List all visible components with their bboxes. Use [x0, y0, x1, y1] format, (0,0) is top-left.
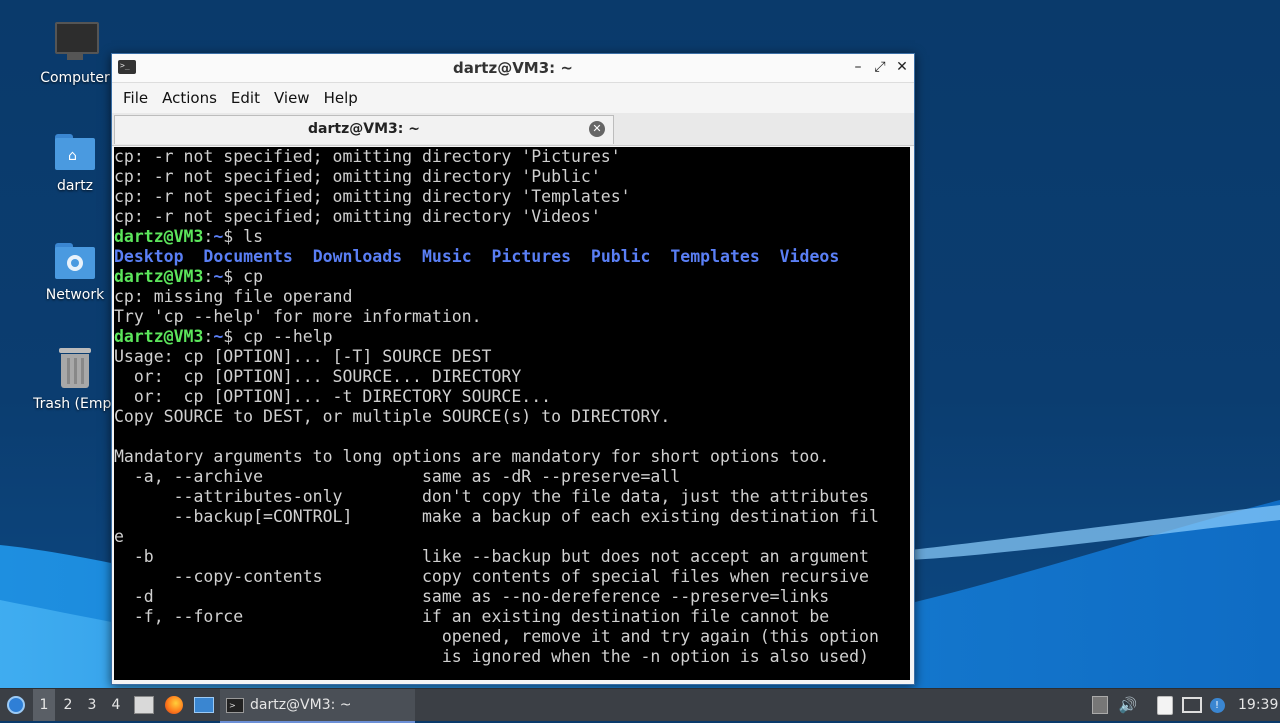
help-line: -b like --backup but does not accept an … [114, 547, 869, 566]
prompt-path: ~ [213, 327, 224, 346]
menu-file[interactable]: File [116, 85, 155, 111]
window-title: dartz@VM3: ~ [453, 59, 573, 77]
desktop-launcher[interactable] [193, 689, 215, 721]
desktop-icon-label: Network [45, 287, 105, 303]
help-line: is ignored when the -n option is also us… [114, 647, 869, 666]
dir-entry: Desktop [114, 247, 184, 266]
help-line: -f, --force if an existing destination f… [114, 607, 830, 626]
help-line: or: cp [OPTION]... -t DIRECTORY SOURCE..… [114, 387, 552, 406]
file-manager-launcher[interactable] [133, 689, 155, 721]
terminal-line: cp: missing file operand [114, 287, 353, 306]
help-line: Usage: cp [OPTION]... [-T] SOURCE DEST [114, 347, 492, 366]
clock[interactable]: 19:39 [1238, 689, 1278, 721]
network-icon [1182, 697, 1202, 713]
firefox-launcher[interactable] [163, 689, 185, 721]
help-line: or: cp [OPTION]... SOURCE... DIRECTORY [114, 367, 522, 386]
window-titlebar[interactable]: dartz@VM3: ~ – ⤢ ✕ [112, 54, 914, 83]
firefox-icon [165, 696, 183, 714]
terminal-line: Try 'cp --help' for more information. [114, 307, 482, 326]
workspace-3[interactable]: 3 [81, 689, 103, 721]
tray-updates[interactable] [1090, 689, 1110, 721]
dir-entry: Videos [779, 247, 840, 266]
help-line: --copy-contents copy contents of special… [114, 567, 869, 586]
menu-edit[interactable]: Edit [224, 85, 267, 111]
desktop-icon-label: Computer [40, 70, 110, 86]
volume-icon: 🔊 [1118, 696, 1138, 714]
terminal-output[interactable]: cp: -r not specified; omitting directory… [114, 147, 910, 680]
prompt-line: dartz@VM3:~$ cp --help [114, 327, 333, 346]
dir-entry: Pictures [491, 247, 572, 266]
desktop-icon-label: dartz [56, 178, 94, 194]
menu-bar: File Actions Edit View Help [112, 83, 914, 113]
terminal-line: cp: -r not specified; omitting directory… [114, 167, 601, 186]
prompt-path: ~ [213, 267, 224, 286]
show-desktop-icon [194, 697, 214, 713]
tab-bar: dartz@VM3: ~ ✕ [112, 113, 914, 146]
prompt-path: ~ [213, 227, 224, 246]
update-icon [1092, 696, 1108, 714]
info-icon: ! [1209, 697, 1225, 713]
command-text: ls [243, 227, 264, 246]
prompt-user: dartz@VM3 [114, 227, 204, 246]
home-folder-icon: ⌂ [53, 128, 97, 172]
terminal-icon [226, 690, 244, 722]
trash-icon [53, 346, 97, 390]
terminal-window: dartz@VM3: ~ – ⤢ ✕ File Actions Edit Vie… [111, 53, 915, 685]
prompt-user: dartz@VM3 [114, 327, 204, 346]
dir-entry: Templates [670, 247, 760, 266]
desktop-icon-computer[interactable]: Computer [27, 20, 123, 86]
minimize-button[interactable]: – [852, 58, 864, 76]
help-line: --attributes-only don't copy the file da… [114, 487, 869, 506]
help-line: --backup[=CONTROL] make a backup of each… [114, 507, 879, 526]
app-menu-button[interactable] [4, 689, 28, 721]
tab-close-icon[interactable]: ✕ [589, 121, 605, 137]
close-button[interactable]: ✕ [896, 58, 908, 76]
help-line: -a, --archive same as -dR --preserve=all [114, 467, 681, 486]
taskbar: 1 2 3 4 dartz@VM3: ~ 🔊 ! 19:39 [0, 688, 1280, 723]
dir-entry: Documents [203, 247, 293, 266]
lubuntu-logo-icon [7, 696, 25, 714]
workspace-2[interactable]: 2 [57, 689, 79, 721]
workspace-1[interactable]: 1 [33, 689, 55, 721]
tray-volume[interactable]: 🔊 [1118, 689, 1138, 721]
dir-entry: Public [590, 247, 651, 266]
prompt-line: dartz@VM3:~$ cp [114, 267, 264, 286]
menu-view[interactable]: View [267, 85, 317, 111]
command-text: cp --help [243, 327, 333, 346]
tab-terminal[interactable]: dartz@VM3: ~ ✕ [114, 115, 614, 144]
terminal-line: cp: -r not specified; omitting directory… [114, 187, 631, 206]
network-folder-icon [53, 237, 97, 281]
dir-entry: Music [421, 247, 472, 266]
terminal-line: cp: -r not specified; omitting directory… [114, 207, 601, 226]
ls-output: Desktop Documents Downloads Music Pictur… [114, 247, 910, 267]
prompt-line: dartz@VM3:~$ ls [114, 227, 264, 246]
prompt-user: dartz@VM3 [114, 267, 204, 286]
maximize-button[interactable]: ⤢ [874, 58, 886, 76]
terminal-line: cp: -r not specified; omitting directory… [114, 147, 621, 166]
help-line [114, 427, 910, 447]
workspace-4[interactable]: 4 [105, 689, 127, 721]
tray-clipboard[interactable] [1155, 689, 1175, 721]
tray-network[interactable] [1182, 689, 1202, 721]
help-line: opened, remove it and try again (this op… [114, 627, 879, 646]
help-line: Mandatory arguments to long options are … [114, 447, 830, 466]
desktop-icon-home[interactable]: ⌂ dartz [27, 128, 123, 194]
help-line: e [114, 527, 124, 546]
command-text: cp [243, 267, 264, 286]
tab-label: dartz@VM3: ~ [308, 121, 420, 137]
taskbar-entry-label: dartz@VM3: ~ [250, 697, 352, 713]
clipboard-icon [1157, 695, 1173, 715]
desktop-icon-trash[interactable]: Trash (Empt [27, 346, 123, 412]
desktop-icon-network[interactable]: Network [27, 237, 123, 303]
dir-entry: Downloads [312, 247, 403, 266]
taskbar-entry-terminal[interactable]: dartz@VM3: ~ [220, 689, 415, 723]
help-line: Copy SOURCE to DEST, or multiple SOURCE(… [114, 407, 671, 426]
desktop-icon-label: Trash (Empt [33, 396, 117, 412]
computer-icon [53, 20, 99, 64]
file-manager-icon [134, 696, 154, 714]
tray-notification[interactable]: ! [1207, 689, 1227, 721]
menu-actions[interactable]: Actions [155, 85, 224, 111]
menu-help[interactable]: Help [317, 85, 365, 111]
help-line: -d same as --no-dereference --preserve=l… [114, 587, 830, 606]
